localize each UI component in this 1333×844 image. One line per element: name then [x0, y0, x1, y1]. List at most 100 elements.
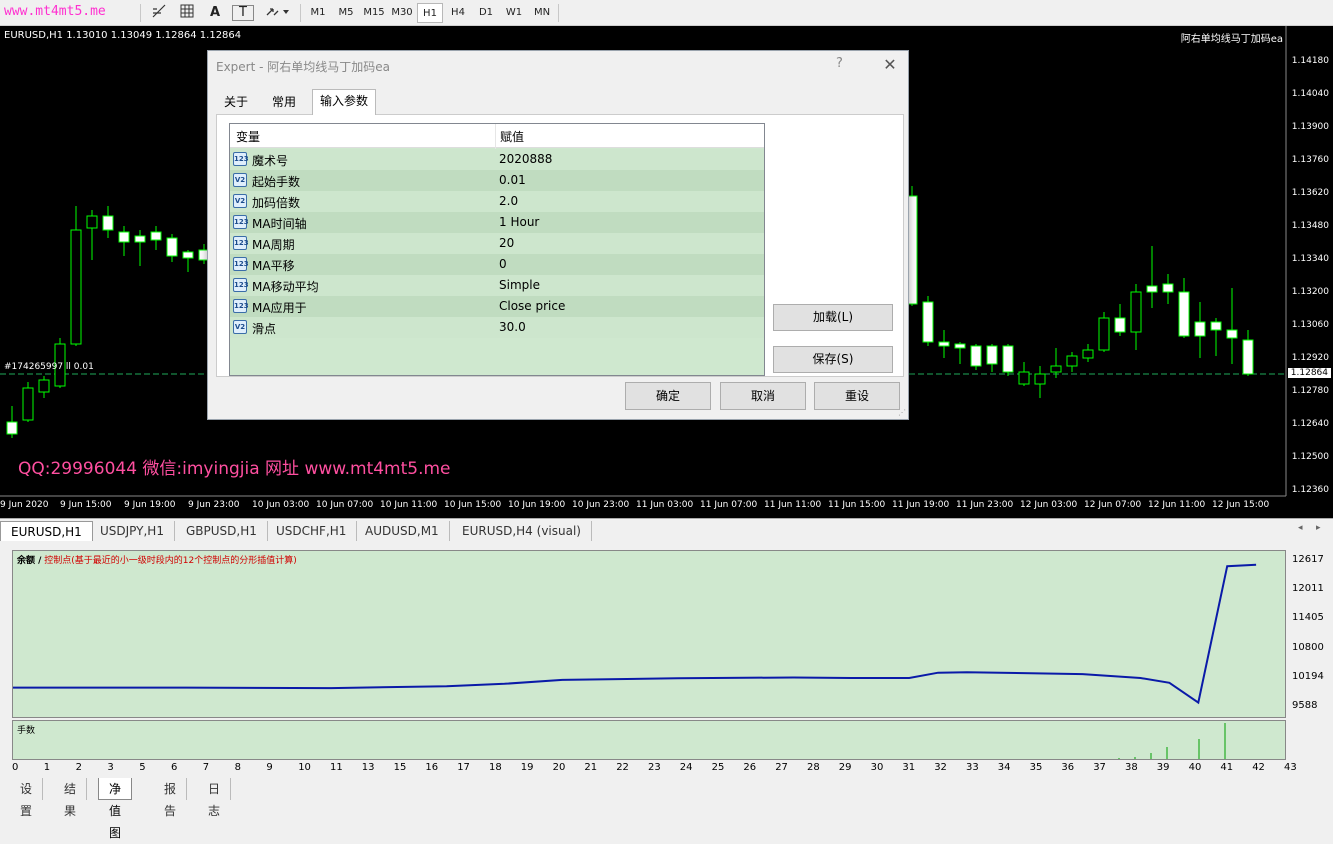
tab-scroll-right-icon[interactable]: ▸ [1316, 523, 1321, 533]
timeframe-m5[interactable]: M5 [333, 3, 359, 23]
price-tick: 1.12360 [1291, 485, 1329, 495]
trade-number-tick: 22 [616, 762, 629, 773]
equity-chart: 余额 / 控制点(基于最近的小一级时段内的12个控制点的分形插值计算) [12, 550, 1286, 718]
close-icon[interactable]: ✕ [878, 53, 902, 77]
param-row[interactable]: V2 加码倍数 2.0 [230, 191, 764, 212]
candle-body [38, 379, 50, 393]
timeframe-mn[interactable]: MN [529, 3, 555, 23]
integer-type-icon: 123 [233, 236, 249, 250]
param-value[interactable]: Simple [499, 278, 540, 292]
param-row[interactable]: V2 起始手数 0.01 [230, 170, 764, 191]
chart-tab-eurusd-h4-visual[interactable]: EURUSD,H4 (visual) [452, 521, 592, 541]
label-icon[interactable]: T [232, 5, 254, 21]
price-tick: 1.13760 [1291, 155, 1329, 165]
param-row[interactable]: V2 滑点 30.0 [230, 317, 764, 338]
timeframe-m1[interactable]: M1 [305, 3, 331, 23]
param-row[interactable]: 123 MA平移 0 [230, 254, 764, 275]
param-name: 魔术号 [252, 154, 289, 168]
chart-tab-gbpusd-h1[interactable]: GBPUSD,H1 [176, 521, 268, 541]
tester-tab-settings[interactable]: 设置 [10, 778, 44, 818]
candle-body [1098, 317, 1110, 351]
trade-number-tick: 27 [775, 762, 788, 773]
candle-body [1082, 349, 1094, 359]
help-icon[interactable]: ? [836, 56, 843, 71]
param-row[interactable]: 123 魔术号 2020888 [230, 149, 764, 170]
param-value[interactable]: 20 [499, 236, 514, 250]
time-tick: 10 Jun 03:00 [252, 500, 310, 510]
equity-y-tick: 11405 [1292, 612, 1324, 624]
candle-body [1242, 339, 1254, 375]
trade-number-tick: 24 [679, 762, 693, 773]
reset-button[interactable]: 重设 [814, 382, 900, 410]
timeframe-h4[interactable]: H4 [445, 3, 471, 23]
tester-tab-report[interactable]: 报告 [154, 778, 188, 818]
timeframe-m30[interactable]: M30 [389, 3, 415, 23]
candle-body [1210, 321, 1222, 331]
tester-tab-results[interactable]: 结果 [54, 778, 88, 818]
param-value[interactable]: 0 [499, 257, 507, 271]
arrows-icon[interactable] [262, 3, 292, 23]
trade-number-tick: 39 [1156, 762, 1170, 773]
trade-number-tick: 1 [43, 762, 51, 773]
timeframe-w1[interactable]: W1 [501, 3, 527, 23]
promo-text: QQ:29996044 微信:imyingjia 网址 www.mt4mt5.m… [18, 459, 451, 479]
trade-number-tick: 38 [1125, 762, 1138, 773]
dialog-tab-inputs[interactable]: 输入参数 [312, 89, 377, 115]
resize-grip-icon[interactable]: ⋰ [898, 408, 906, 417]
trade-number-tick: 15 [393, 762, 407, 773]
param-value[interactable]: 0.01 [499, 173, 526, 187]
price-tick: 1.12640 [1291, 419, 1329, 429]
chart-tab-eurusd-h1[interactable]: EURUSD,H1 [0, 521, 93, 541]
grid-icon[interactable] [176, 3, 198, 23]
save-button[interactable]: 保存(S) [773, 346, 893, 373]
param-row[interactable]: 123 MA周期 20 [230, 233, 764, 254]
chart-tab-usdchf-h1[interactable]: USDCHF,H1 [266, 521, 358, 541]
cancel-button[interactable]: 取消 [720, 382, 806, 410]
param-value[interactable]: 2.0 [499, 194, 518, 208]
timeframe-h1[interactable]: H1 [417, 3, 443, 23]
tester-tab-journal[interactable]: 日志 [198, 778, 232, 818]
candle-body [70, 229, 82, 345]
trade-number-tick: 16 [425, 762, 439, 773]
strategy-tester-panel: 余额 / 控制点(基于最近的小一级时段内的12个控制点的分形插值计算) 1 2 6 1… [0, 542, 1333, 840]
candle-body [1226, 329, 1238, 339]
tab-scroll-left-icon[interactable]: ◂ [1298, 523, 1303, 533]
param-value[interactable]: 1 Hour [499, 215, 539, 229]
candle-body [182, 251, 194, 259]
trade-number-tick: 20 [552, 762, 566, 773]
candle-body [6, 421, 18, 435]
price-tick: 1.13480 [1291, 221, 1329, 231]
trade-number-tick: 19 [520, 762, 534, 773]
chart-tab-usdjpy-h1[interactable]: USDJPY,H1 [90, 521, 175, 541]
param-name: 加码倍数 [252, 196, 301, 210]
integer-type-icon: 123 [233, 299, 249, 313]
time-tick: 12 Jun 07:00 [1084, 500, 1142, 510]
tester-tab-graph[interactable]: 净值图 [98, 778, 133, 840]
dialog-tab-common[interactable]: 常用 [265, 91, 303, 113]
param-row[interactable]: 123 MA移动平均 Simple [230, 275, 764, 296]
trade-number-tick: 2 [75, 762, 82, 773]
candle-body [938, 341, 950, 347]
load-button[interactable]: 加载(L) [773, 304, 893, 331]
trade-number-tick: 40 [1188, 762, 1202, 773]
text-icon[interactable]: A [204, 3, 226, 23]
trade-number-tick: 34 [997, 762, 1011, 773]
candle-body [1114, 317, 1126, 333]
candle-body [1034, 373, 1046, 385]
timeframe-d1[interactable]: D1 [473, 3, 499, 23]
chart-tab-audusd-m1[interactable]: AUDUSD,M1 [355, 521, 450, 541]
param-name: 滑点 [252, 322, 277, 336]
price-tick: 1.13340 [1291, 254, 1329, 264]
ok-button[interactable]: 确定 [625, 382, 711, 410]
param-value[interactable]: 30.0 [499, 320, 526, 334]
param-value[interactable]: 2020888 [499, 152, 552, 166]
trade-number-tick: 37 [1093, 762, 1106, 773]
param-row[interactable]: 123 MA时间轴 1 Hour [230, 212, 764, 233]
timeframe-m15[interactable]: M15 [361, 3, 387, 23]
dialog-tab-about[interactable]: 关于 [217, 91, 255, 113]
fibonacci-icon[interactable] [148, 3, 170, 23]
trade-number-tick: 35 [1029, 762, 1043, 773]
trade-number-tick: 6 [171, 762, 178, 773]
param-value[interactable]: Close price [499, 299, 565, 313]
param-row[interactable]: 123 MA应用于 Close price [230, 296, 764, 317]
